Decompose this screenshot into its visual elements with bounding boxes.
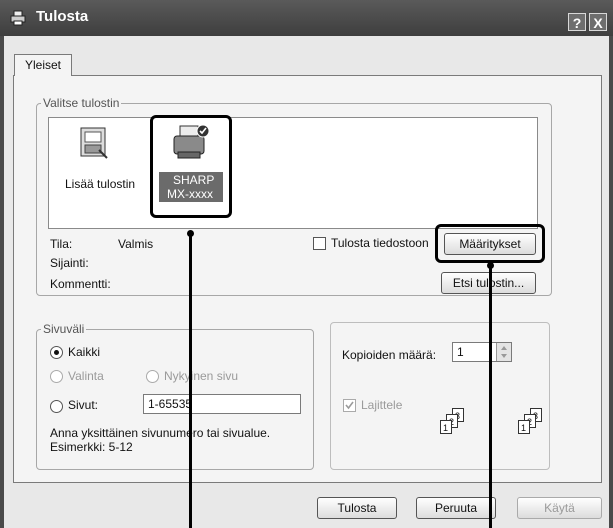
pages-input[interactable]: 1-65535 xyxy=(143,394,301,414)
print-dialog-window: Tulosta ? X Yleiset Valitse tulostin Lis… xyxy=(0,0,613,528)
copies-group xyxy=(330,322,550,470)
printer-list[interactable] xyxy=(48,117,538,229)
checkmark-icon xyxy=(345,401,354,410)
printer-callout-line xyxy=(189,234,192,528)
page-range-hint-line1: Anna yksittäinen sivunumero tai sivualue… xyxy=(50,426,271,440)
selection-radio[interactable] xyxy=(50,370,63,383)
copies-value: 1 xyxy=(457,345,464,359)
pages-radio[interactable] xyxy=(50,400,63,413)
apply-button[interactable]: Käytä xyxy=(517,497,602,519)
add-printer-icon[interactable] xyxy=(79,126,111,160)
all-pages-radio[interactable] xyxy=(50,346,63,359)
location-label: Sijainti: xyxy=(50,256,89,270)
comment-label: Kommentti: xyxy=(50,277,111,291)
preferences-callout-line xyxy=(489,266,492,528)
spinner-arrows[interactable] xyxy=(496,343,511,361)
page-range-legend: Sivuväli xyxy=(43,322,85,336)
copies-label: Kopioiden määrä: xyxy=(342,348,437,362)
current-page-radio[interactable] xyxy=(146,370,159,383)
collate-label: Lajittele xyxy=(361,398,403,412)
pages-input-value: 1-65535 xyxy=(148,397,193,411)
current-page-label: Nykyinen sivu xyxy=(164,369,239,383)
help-button[interactable]: ? xyxy=(568,13,586,31)
print-to-file-checkbox[interactable] xyxy=(313,237,326,250)
page-range-hint-line2: Esimerkki: 5-12 xyxy=(50,440,133,454)
spinner-arrows-icon xyxy=(501,346,507,358)
copies-spinner[interactable]: 1 xyxy=(452,342,512,362)
preferences-callout-frame xyxy=(435,224,545,263)
cancel-button[interactable]: Peruuta xyxy=(416,497,496,519)
radio-selected-dot xyxy=(54,350,59,355)
selection-label: Valinta xyxy=(68,369,104,383)
title-bar[interactable]: Tulosta ? X xyxy=(0,0,613,36)
close-button[interactable]: X xyxy=(589,13,607,31)
window-title: Tulosta xyxy=(36,8,89,25)
all-pages-label: Kaikki xyxy=(68,345,101,359)
print-to-file-label: Tulosta tiedostoon xyxy=(331,236,429,250)
collate-checkbox[interactable] xyxy=(343,399,356,412)
printer-title-icon xyxy=(10,10,26,26)
status-label: Tila: xyxy=(50,237,73,251)
printer-callout-frame xyxy=(150,115,232,218)
status-value: Valmis xyxy=(118,237,154,251)
select-printer-legend: Valitse tulostin xyxy=(43,96,120,110)
pages-label: Sivut: xyxy=(68,398,99,412)
print-button[interactable]: Tulosta xyxy=(317,497,397,519)
add-printer-label: Lisää tulostin xyxy=(65,177,136,191)
tab-yleiset[interactable]: Yleiset xyxy=(14,54,72,76)
